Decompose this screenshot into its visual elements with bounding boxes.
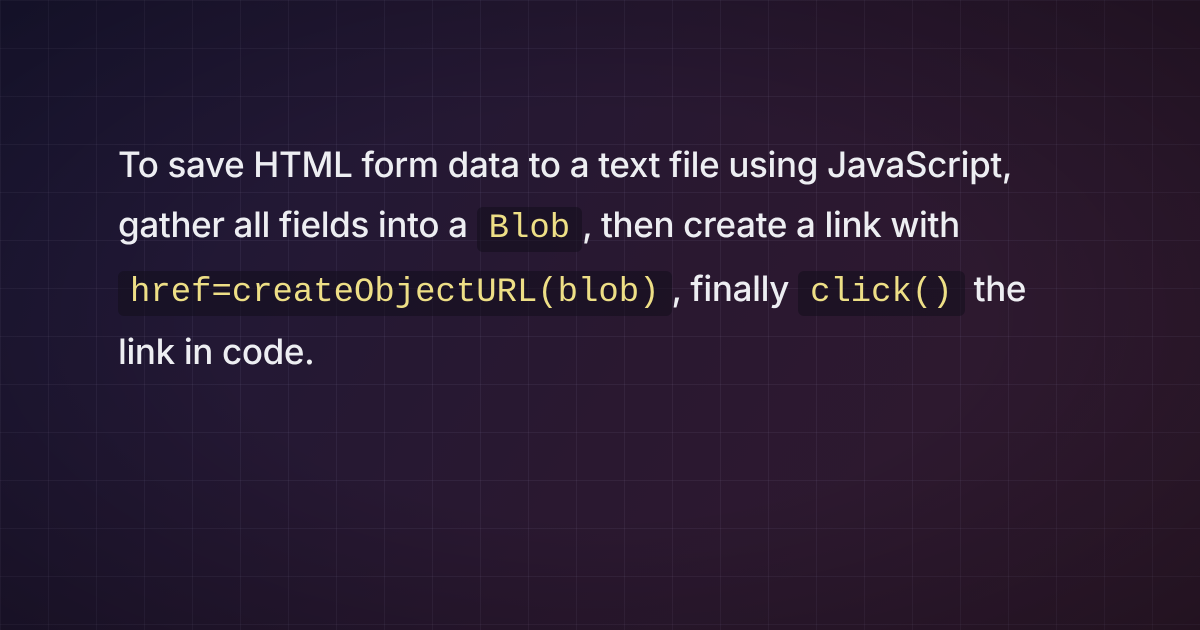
explanation-paragraph: To save HTML form data to a text file us… xyxy=(118,135,1082,382)
text-segment: , then create a link with xyxy=(582,204,960,246)
text-segment: , finally xyxy=(672,268,799,310)
code-click: click() xyxy=(798,271,965,316)
code-blob: Blob xyxy=(477,207,582,252)
code-create-object-url: href=createObjectURL(blob) xyxy=(118,271,672,316)
